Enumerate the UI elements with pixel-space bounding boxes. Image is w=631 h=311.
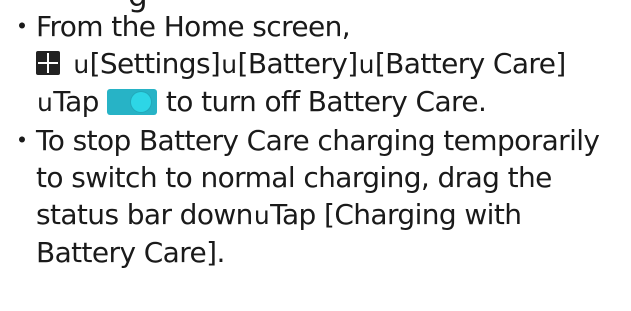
instruction-line: to switch to normal charging, drag the: [36, 159, 631, 196]
instruction-line: Battery Care].: [36, 234, 631, 271]
instruction-item-1: ・ From the Home screen, u[Settings]u[Bat…: [0, 8, 631, 121]
instruction-list: ・ From the Home screen, u[Settings]u[Bat…: [0, 8, 631, 271]
instruction-line: From the Home screen,: [36, 8, 631, 45]
apps-grid-icon: [36, 51, 60, 75]
arrow-icon: u: [221, 50, 237, 79]
instruction-text: From the Home screen,: [36, 10, 351, 43]
arrow-icon: u: [358, 50, 375, 79]
bullet-mark: ・: [8, 124, 36, 157]
menu-item-battery: [Battery]: [237, 47, 359, 80]
instruction-line: uTap to turn off Battery Care.: [36, 83, 631, 121]
instruction-text: to turn off Battery Care.: [165, 85, 487, 118]
instruction-text: Battery Care].: [36, 236, 225, 269]
toggle-on-icon: [106, 89, 157, 115]
bullet-mark: ・: [8, 10, 36, 43]
instruction-text: To stop Battery Care charging temporaril…: [36, 124, 600, 157]
arrow-icon: u: [37, 88, 53, 117]
instruction-line: u[Settings]u[Battery]u[Battery Care]: [36, 45, 631, 83]
instruction-item-2: ・ To stop Battery Care charging temporar…: [0, 122, 631, 271]
arrow-icon: u: [253, 201, 270, 230]
instruction-line: To stop Battery Care charging temporaril…: [36, 122, 631, 159]
instruction-text: to switch to normal charging, drag the: [36, 161, 552, 194]
instruction-text: Tap [Charging with: [270, 198, 522, 231]
instruction-text: status bar down: [36, 198, 253, 231]
menu-item-battery-care: [Battery Care]: [374, 47, 566, 80]
instruction-line: status bar downuTap [Charging with: [36, 196, 631, 234]
arrow-icon: u: [73, 50, 89, 79]
tap-label: Tap: [53, 85, 99, 118]
menu-item-settings: [Settings]: [89, 47, 221, 80]
